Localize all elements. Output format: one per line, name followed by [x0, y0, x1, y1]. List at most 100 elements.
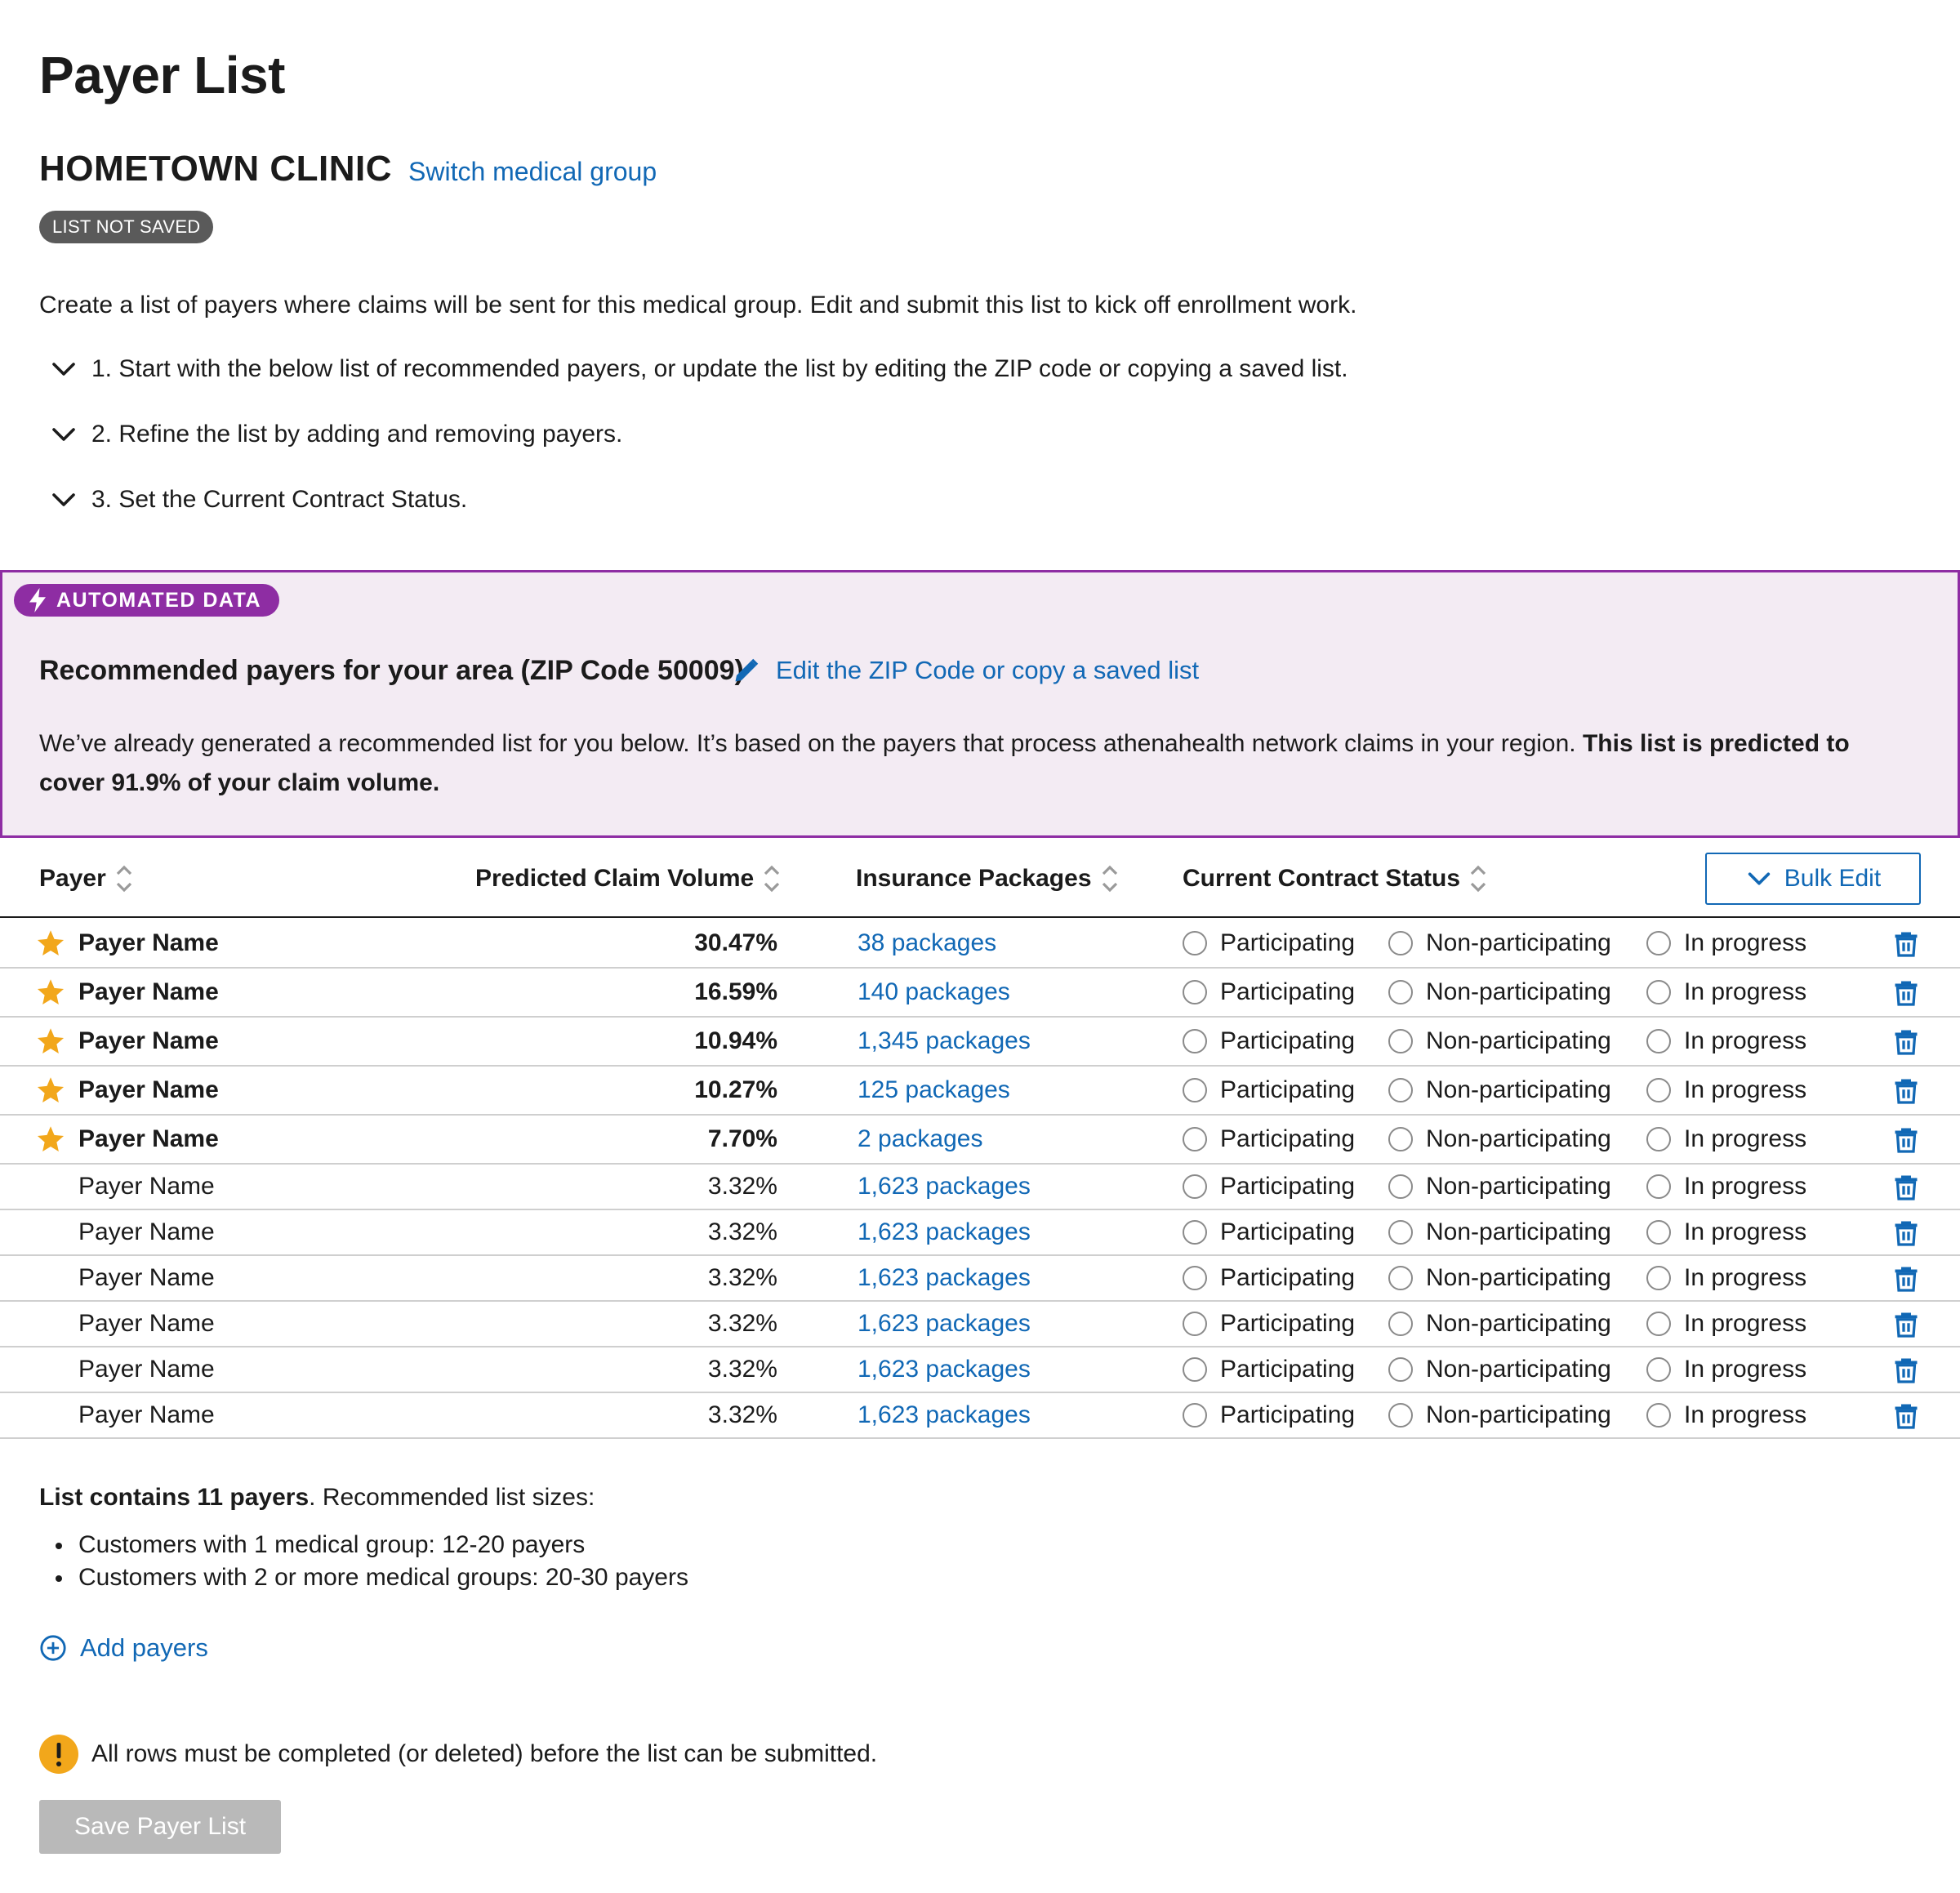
status-radio-participating[interactable]: Participating	[1183, 1076, 1355, 1104]
bulk-edit-button[interactable]: Bulk Edit	[1705, 853, 1921, 905]
status-radio-in-progress[interactable]: In progress	[1646, 1401, 1806, 1429]
radio-circle[interactable]	[1183, 1220, 1207, 1245]
status-radio-participating[interactable]: Participating	[1183, 1218, 1355, 1246]
status-radio-in-progress[interactable]: In progress	[1646, 1173, 1806, 1200]
radio-circle[interactable]	[1388, 1357, 1413, 1382]
switch-medical-group-link[interactable]: Switch medical group	[408, 157, 657, 187]
insurance-packages-link[interactable]: 1,623 packages	[858, 1262, 1031, 1294]
trash-icon[interactable]	[1891, 1309, 1921, 1338]
status-radio-in-progress[interactable]: In progress	[1646, 1076, 1806, 1104]
radio-circle[interactable]	[1646, 1266, 1671, 1290]
step-3-toggle[interactable]: 3. Set the Current Contract Status.	[49, 482, 467, 518]
trash-icon[interactable]	[1891, 1263, 1921, 1293]
status-radio-participating[interactable]: Participating	[1183, 978, 1355, 1006]
radio-circle[interactable]	[1646, 1174, 1671, 1199]
radio-circle[interactable]	[1183, 1174, 1207, 1199]
status-radio-participating[interactable]: Participating	[1183, 1173, 1355, 1200]
insurance-packages-link[interactable]: 1,345 packages	[858, 1025, 1031, 1058]
radio-circle[interactable]	[1646, 1403, 1671, 1428]
radio-circle[interactable]	[1388, 1403, 1413, 1428]
status-radio-participating[interactable]: Participating	[1183, 1264, 1355, 1292]
status-radio-non-participating[interactable]: Non-participating	[1388, 1125, 1611, 1153]
insurance-packages-link[interactable]: 140 packages	[858, 976, 1010, 1009]
trash-icon[interactable]	[1891, 1401, 1921, 1430]
radio-circle[interactable]	[1183, 980, 1207, 1004]
insurance-packages-link[interactable]: 1,623 packages	[858, 1353, 1031, 1386]
edit-zip-link[interactable]: Edit the ZIP Code or copy a saved list	[732, 653, 1199, 688]
trash-icon[interactable]	[1891, 1027, 1921, 1056]
status-radio-non-participating[interactable]: Non-participating	[1388, 1027, 1611, 1055]
radio-circle[interactable]	[1183, 1357, 1207, 1382]
insurance-packages-column-header[interactable]: Insurance Packages	[856, 862, 1120, 895]
radio-circle[interactable]	[1388, 1029, 1413, 1053]
radio-circle[interactable]	[1388, 931, 1413, 955]
status-radio-non-participating[interactable]: Non-participating	[1388, 1310, 1611, 1338]
add-payers-link[interactable]: Add payers	[39, 1630, 208, 1666]
insurance-packages-link[interactable]: 1,623 packages	[858, 1307, 1031, 1340]
step-1-toggle[interactable]: 1. Start with the below list of recommen…	[49, 351, 1348, 387]
status-radio-participating[interactable]: Participating	[1183, 1401, 1355, 1429]
trash-icon[interactable]	[1891, 1076, 1921, 1105]
status-radio-participating[interactable]: Participating	[1183, 1125, 1355, 1153]
payer-column-header[interactable]: Payer	[39, 862, 134, 895]
radio-circle[interactable]	[1388, 980, 1413, 1004]
status-radio-participating[interactable]: Participating	[1183, 1356, 1355, 1383]
radio-circle[interactable]	[1183, 1266, 1207, 1290]
radio-circle[interactable]	[1183, 1312, 1207, 1336]
status-radio-non-participating[interactable]: Non-participating	[1388, 1356, 1611, 1383]
status-radio-non-participating[interactable]: Non-participating	[1388, 978, 1611, 1006]
radio-circle[interactable]	[1183, 1029, 1207, 1053]
status-radio-non-participating[interactable]: Non-participating	[1388, 1401, 1611, 1429]
status-radio-in-progress[interactable]: In progress	[1646, 1218, 1806, 1246]
status-radio-participating[interactable]: Participating	[1183, 1310, 1355, 1338]
radio-circle[interactable]	[1646, 1078, 1671, 1102]
claim-volume-column-header[interactable]: Predicted Claim Volume	[475, 862, 782, 895]
radio-circle[interactable]	[1388, 1266, 1413, 1290]
status-radio-in-progress[interactable]: In progress	[1646, 1027, 1806, 1055]
radio-circle[interactable]	[1646, 1220, 1671, 1245]
trash-icon[interactable]	[1891, 1125, 1921, 1154]
radio-circle[interactable]	[1646, 931, 1671, 955]
status-radio-non-participating[interactable]: Non-participating	[1388, 1173, 1611, 1200]
status-radio-participating[interactable]: Participating	[1183, 1027, 1355, 1055]
insurance-packages-link[interactable]: 2 packages	[858, 1123, 982, 1156]
status-radio-in-progress[interactable]: In progress	[1646, 1356, 1806, 1383]
status-radio-non-participating[interactable]: Non-participating	[1388, 929, 1611, 957]
trash-icon[interactable]	[1891, 978, 1921, 1007]
status-radio-in-progress[interactable]: In progress	[1646, 1310, 1806, 1338]
radio-circle[interactable]	[1183, 1127, 1207, 1151]
radio-circle[interactable]	[1646, 1029, 1671, 1053]
radio-circle[interactable]	[1388, 1174, 1413, 1199]
insurance-packages-link[interactable]: 38 packages	[858, 927, 996, 960]
status-radio-non-participating[interactable]: Non-participating	[1388, 1264, 1611, 1292]
radio-circle[interactable]	[1388, 1220, 1413, 1245]
trash-icon[interactable]	[1891, 1218, 1921, 1247]
insurance-packages-link[interactable]: 1,623 packages	[858, 1399, 1031, 1432]
contract-status-column-header[interactable]: Current Contract Status	[1183, 862, 1488, 895]
trash-icon[interactable]	[1891, 929, 1921, 958]
save-payer-list-button[interactable]: Save Payer List	[39, 1800, 281, 1854]
radio-circle[interactable]	[1646, 1357, 1671, 1382]
radio-circle[interactable]	[1183, 1078, 1207, 1102]
radio-circle[interactable]	[1388, 1127, 1413, 1151]
radio-circle[interactable]	[1388, 1078, 1413, 1102]
insurance-packages-link[interactable]: 125 packages	[858, 1074, 1010, 1107]
radio-circle[interactable]	[1183, 1403, 1207, 1428]
status-radio-participating[interactable]: Participating	[1183, 929, 1355, 957]
step-2-toggle[interactable]: 2. Refine the list by adding and removin…	[49, 416, 622, 452]
radio-circle[interactable]	[1183, 931, 1207, 955]
status-radio-in-progress[interactable]: In progress	[1646, 929, 1806, 957]
status-radio-in-progress[interactable]: In progress	[1646, 1264, 1806, 1292]
radio-circle[interactable]	[1646, 1312, 1671, 1336]
insurance-packages-link[interactable]: 1,623 packages	[858, 1216, 1031, 1249]
radio-circle[interactable]	[1388, 1312, 1413, 1336]
status-radio-in-progress[interactable]: In progress	[1646, 978, 1806, 1006]
radio-circle[interactable]	[1646, 1127, 1671, 1151]
radio-circle[interactable]	[1646, 980, 1671, 1004]
status-radio-in-progress[interactable]: In progress	[1646, 1125, 1806, 1153]
trash-icon[interactable]	[1891, 1355, 1921, 1384]
insurance-packages-link[interactable]: 1,623 packages	[858, 1170, 1031, 1203]
trash-icon[interactable]	[1891, 1172, 1921, 1201]
status-radio-non-participating[interactable]: Non-participating	[1388, 1218, 1611, 1246]
status-radio-non-participating[interactable]: Non-participating	[1388, 1076, 1611, 1104]
